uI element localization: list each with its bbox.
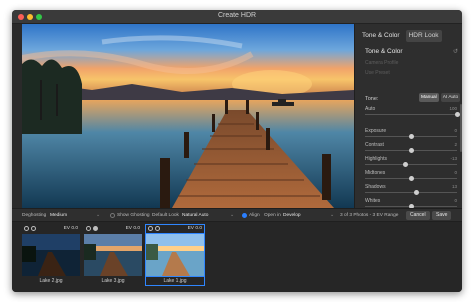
exclude-toggle-icon[interactable] [148,226,153,231]
reference-toggle-icon[interactable] [93,226,98,231]
default-look-select[interactable]: Natural Auto [182,213,208,218]
default-look-label: Default Look [152,213,179,218]
align-label: Align [249,213,260,218]
slider-knob[interactable] [408,176,414,181]
chevron-down-icon: ⌄ [330,212,335,218]
reset-icon[interactable]: ↺ [453,48,458,55]
slider-label: Exposure [365,128,387,134]
reference-toggle-icon[interactable] [155,226,160,231]
exclude-toggle-icon[interactable] [24,226,29,231]
thumbnail-image [22,234,80,276]
use-preset-row: Use Preset [365,70,390,76]
slider-value: 13 [451,184,457,189]
section-title: Tone & Color [365,48,403,55]
slider-track[interactable] [365,164,457,165]
tab-tone-color[interactable]: Tone & Color [359,30,403,42]
slider-knob[interactable] [454,112,460,117]
slider-midtones[interactable]: Midtones 0 [365,170,457,182]
align-radio[interactable] [242,213,247,218]
slider-knob[interactable] [402,162,408,167]
slider-whites[interactable]: Whites 0 [365,198,457,208]
cancel-button[interactable]: Cancel [406,211,430,220]
thumbnail-lake-3[interactable]: EV 0.0 Lake 3.jpg [84,225,142,285]
slider-contrast[interactable]: Contrast 2 [365,142,457,154]
deghosting-select[interactable]: Medium [50,213,67,218]
slider-value: 2 [454,142,457,147]
adjustments-panel: Tone & Color HDR Look Tone & Color ↺ Cam… [354,24,462,208]
thumbnail-lake-2[interactable]: EV 0.0 Lake 2.jpg [22,225,80,285]
open-in-label: Open in [264,213,281,218]
camera-profile-row: Camera Profile [365,60,399,66]
thumbnail-lake-1[interactable]: EV 0.0 Lake 1.jpg [145,224,205,286]
slider-label: Midtones [365,170,386,176]
thumbnail-image [84,234,142,276]
chevron-down-icon: ⌄ [96,212,101,218]
thumbnail-filename: Lake 1.jpg [163,278,187,284]
create-hdr-window: Create HDR Tone & Color HDR Look Tone & … [12,10,462,292]
slider-track[interactable] [365,114,457,115]
slider-value: -13 [450,156,457,161]
photo-status: 3 of 3 Photos - 3 EV Range [340,213,399,218]
hdr-preview-image [22,24,354,208]
reference-toggle-icon[interactable] [31,226,36,231]
save-button[interactable]: Save [432,211,452,220]
ai-auto-button[interactable]: AI Auto [440,93,461,102]
panel-scrollbar[interactable] [460,104,462,152]
slider-knob[interactable] [408,134,414,139]
slider-value: 0 [454,170,457,175]
bottom-toolbar: Deghosting Medium ⌄ Show Ghosting Defaul… [12,208,462,222]
chevron-down-icon: ⌄ [230,212,235,218]
deghosting-label: Deghosting [22,213,47,218]
thumb-header: EV 0.0 [22,225,80,233]
slider-label: Highlights [365,156,387,162]
filmstrip: EV 0.0 Lake 2.jpg EV 0.0 Lake 3.jpg EV 0… [12,222,462,292]
panel-tabs: Tone & Color HDR Look [359,30,442,42]
thumbnail-image [145,233,205,277]
slider-auto[interactable]: Auto 100 [365,106,460,118]
thumb-header: EV 0.0 [146,225,204,233]
tone-label: Tone: [365,96,379,102]
slider-value: 0 [454,128,457,133]
ev-value: EV 0.0 [63,226,78,231]
slider-label: Whites [365,198,381,204]
thumb-header: EV 0.0 [84,225,142,233]
tone-mode-toggle: Manual AI Auto [419,93,461,102]
slider-track[interactable] [365,192,457,193]
ev-value: EV 0.0 [187,226,202,231]
slider-label: Shadows [365,184,386,190]
slider-knob[interactable] [409,148,415,153]
slider-shadows[interactable]: Shadows 13 [365,184,457,196]
thumbnail-filename: Lake 3.jpg [101,278,125,284]
slider-knob[interactable] [414,190,420,195]
slider-value: 0 [454,198,457,203]
slider-value: 100 [449,106,457,111]
thumbnail-filename: Lake 2.jpg [39,278,63,284]
slider-exposure[interactable]: Exposure 0 [365,128,457,140]
show-ghosting-label: Show Ghosting [117,213,150,218]
title-bar: Create HDR [12,10,462,24]
exclude-toggle-icon[interactable] [86,226,91,231]
slider-label: Contrast [365,142,384,148]
slider-label: Auto [365,106,376,112]
ev-value: EV 0.0 [125,226,140,231]
tab-hdr-look[interactable]: HDR Look [405,30,442,42]
open-in-select[interactable]: Develop [283,213,301,218]
window-title: Create HDR [217,12,257,19]
show-ghosting-radio[interactable] [110,213,115,218]
manual-button[interactable]: Manual [419,93,439,102]
slider-highlights[interactable]: Highlights -13 [365,156,457,168]
